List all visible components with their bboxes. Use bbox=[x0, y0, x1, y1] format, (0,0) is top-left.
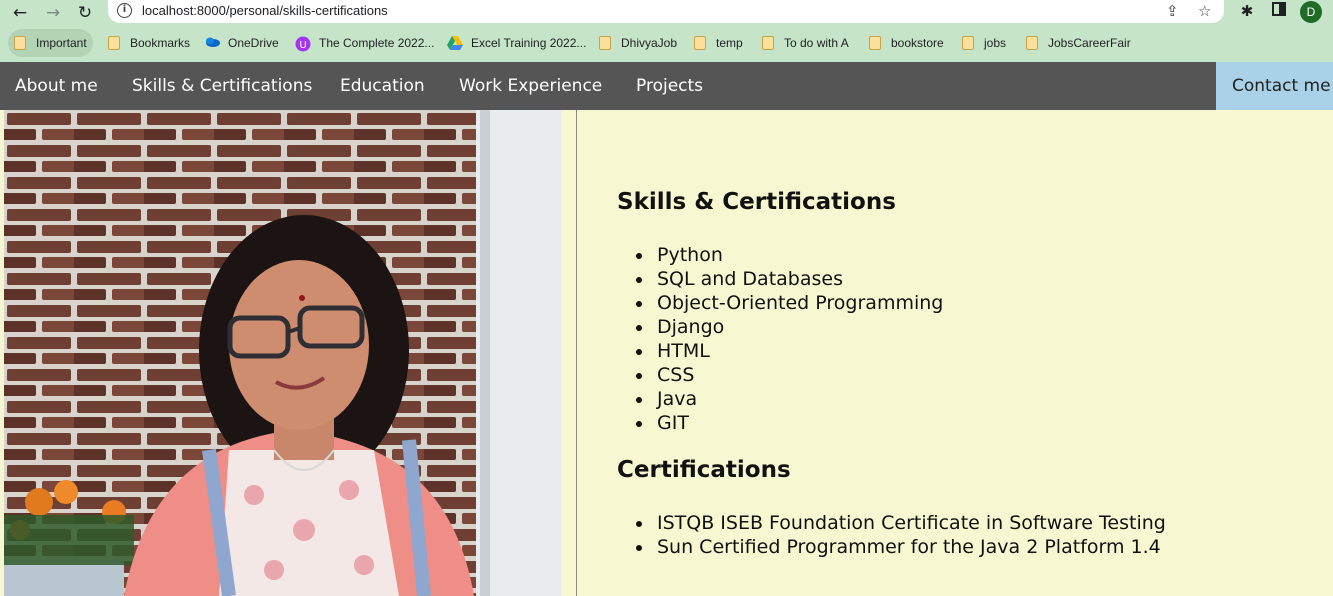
site-navbar: About me Skills & Certifications Educati… bbox=[0, 62, 1333, 110]
bookmark-item[interactable]: bookstore bbox=[869, 29, 944, 57]
address-bar[interactable]: i localhost:8000/personal/skills-certifi… bbox=[108, 0, 1224, 23]
reload-icon[interactable]: ↻ bbox=[74, 2, 96, 24]
folder-icon bbox=[762, 36, 774, 50]
nav-projects-link[interactable]: Projects bbox=[636, 62, 703, 110]
site-info-icon[interactable]: i bbox=[117, 3, 132, 18]
profile-photo bbox=[4, 110, 561, 596]
skill-item: Django bbox=[617, 315, 943, 339]
folder-icon bbox=[1026, 36, 1038, 50]
profile-avatar[interactable]: D bbox=[1300, 1, 1322, 23]
skill-item: CSS bbox=[617, 363, 943, 387]
certification-item: ISTQB ISEB Foundation Certificate in Sof… bbox=[617, 511, 1166, 535]
bookmark-item[interactable]: U The Complete 2022... bbox=[295, 29, 434, 57]
skill-item: GIT bbox=[617, 411, 943, 435]
svg-text:U: U bbox=[299, 40, 306, 51]
bookmark-item[interactable]: OneDrive bbox=[204, 29, 279, 57]
extensions-icon[interactable]: ✱ bbox=[1236, 2, 1258, 22]
bookmark-item[interactable]: Excel Training 2022... bbox=[447, 29, 586, 57]
bookmark-item[interactable]: jobs bbox=[962, 29, 1006, 57]
skill-item: SQL and Databases bbox=[617, 267, 943, 291]
nav-contact-link[interactable]: Contact me bbox=[1216, 62, 1333, 110]
folder-icon bbox=[869, 36, 881, 50]
bookmark-item[interactable]: JobsCareerFair bbox=[1026, 29, 1131, 57]
forward-icon[interactable]: → bbox=[42, 2, 64, 24]
nav-work-experience-link[interactable]: Work Experience bbox=[459, 62, 602, 110]
browser-chrome: ← → ↻ i localhost:8000/personal/skills-c… bbox=[0, 0, 1333, 62]
bookmark-item[interactable]: DhivyaJob bbox=[599, 29, 677, 57]
skill-item: HTML bbox=[617, 339, 943, 363]
back-icon[interactable]: ← bbox=[9, 2, 31, 24]
bookmark-item[interactable]: To do with A bbox=[762, 29, 849, 57]
folder-icon bbox=[694, 36, 706, 50]
bookmark-item[interactable]: Bookmarks bbox=[108, 29, 190, 57]
url-text[interactable]: localhost:8000/personal/skills-certifica… bbox=[142, 3, 388, 18]
udemy-icon: U bbox=[295, 36, 311, 52]
share-icon[interactable]: ⇪ bbox=[1166, 2, 1179, 20]
certifications-heading: Certifications bbox=[617, 457, 791, 483]
skill-item: Object-Oriented Programming bbox=[617, 291, 943, 315]
google-drive-icon bbox=[447, 36, 463, 50]
nav-about-link[interactable]: About me bbox=[15, 62, 98, 110]
skills-content: Skills & Certifications Python SQL and D… bbox=[617, 110, 1333, 596]
side-panel-icon[interactable] bbox=[1268, 2, 1290, 22]
nav-education-link[interactable]: Education bbox=[340, 62, 425, 110]
skill-item: Java bbox=[617, 387, 943, 411]
skills-heading: Skills & Certifications bbox=[617, 189, 896, 215]
folder-icon bbox=[962, 36, 974, 50]
onedrive-icon bbox=[204, 36, 220, 50]
skills-list: Python SQL and Databases Object-Oriented… bbox=[617, 243, 943, 435]
bookmark-item[interactable]: temp bbox=[694, 29, 743, 57]
bookmark-star-icon[interactable]: ☆ bbox=[1198, 2, 1211, 20]
certification-item: Sun Certified Programmer for the Java 2 … bbox=[617, 535, 1166, 559]
folder-icon bbox=[14, 36, 26, 50]
bookmark-item[interactable]: Important bbox=[8, 29, 93, 57]
nav-skills-link[interactable]: Skills & Certifications bbox=[132, 62, 312, 110]
browser-toolbar: ← → ↻ i localhost:8000/personal/skills-c… bbox=[0, 0, 1333, 26]
folder-icon bbox=[599, 36, 611, 50]
vertical-divider bbox=[576, 110, 577, 596]
folder-icon bbox=[108, 36, 120, 50]
certifications-list: ISTQB ISEB Foundation Certificate in Sof… bbox=[617, 511, 1166, 559]
bookmarks-bar: Important Bookmarks OneDrive U The Compl… bbox=[0, 29, 1333, 57]
skill-item: Python bbox=[617, 243, 943, 267]
